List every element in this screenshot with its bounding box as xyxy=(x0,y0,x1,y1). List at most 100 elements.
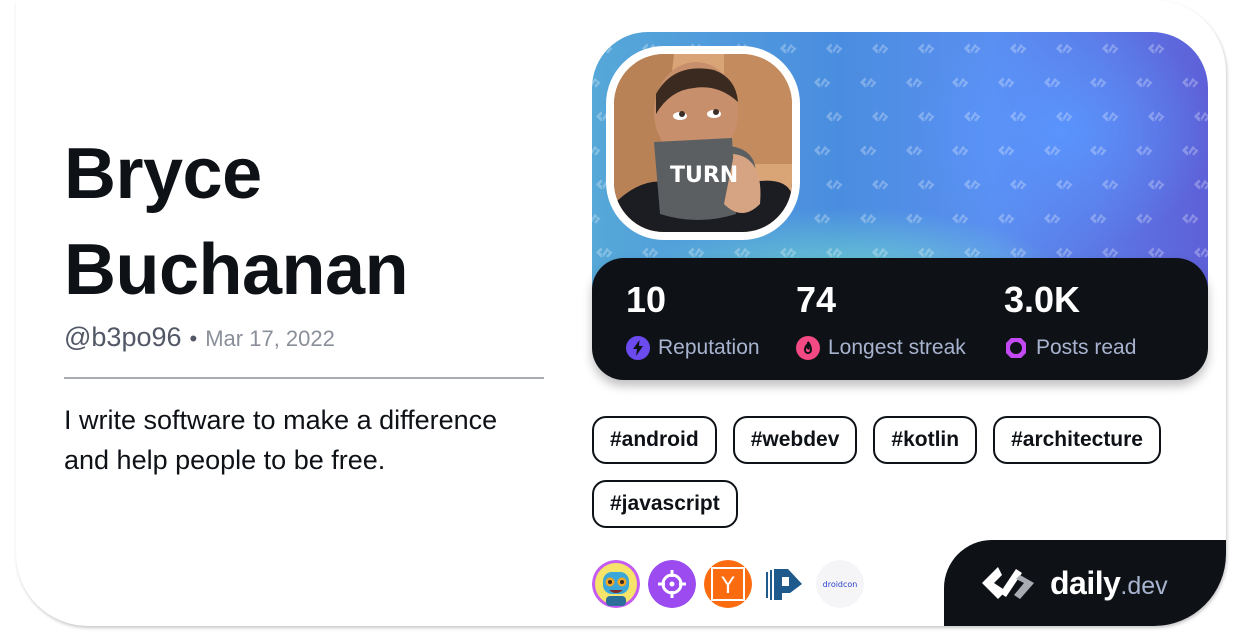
pattern-mark xyxy=(917,43,935,54)
pattern-mark xyxy=(1101,43,1119,54)
pattern-mark xyxy=(871,179,889,190)
droidcon-logo: droidcon xyxy=(816,560,864,608)
pattern-mark xyxy=(997,145,1015,156)
pattern-mark xyxy=(733,247,751,258)
tag-javascript[interactable]: #javascript xyxy=(592,480,738,528)
svg-text:Y: Y xyxy=(720,574,735,599)
pattern-mark xyxy=(1181,145,1199,156)
profile-card: Bryce Buchanan @b3po96 • Mar 17, 2022 I … xyxy=(16,0,1226,626)
joined-date: Mar 17, 2022 xyxy=(205,326,335,351)
squad-droidcon[interactable]: droidcon xyxy=(816,560,864,608)
pattern-mark xyxy=(779,43,797,54)
pattern-mark xyxy=(905,77,923,88)
pattern-mark xyxy=(1147,247,1165,258)
daily-dev-logo-icon xyxy=(982,567,1034,599)
pattern-mark xyxy=(1043,213,1061,224)
squad-robot[interactable] xyxy=(592,560,640,608)
tag-android[interactable]: #android xyxy=(592,416,717,464)
pattern-mark xyxy=(1055,247,1073,258)
stat-posts-read: 3.0K Posts read xyxy=(1004,278,1136,360)
brand-tld: .dev xyxy=(1120,571,1168,600)
pattern-mark xyxy=(825,179,843,190)
pattern-mark xyxy=(1193,43,1208,54)
pattern-mark xyxy=(825,247,843,258)
pattern-mark xyxy=(1089,145,1107,156)
daily-dev-brand[interactable]: daily.dev xyxy=(944,540,1226,626)
pattern-mark xyxy=(1089,213,1107,224)
pattern-mark xyxy=(917,179,935,190)
reputation-bolt-icon xyxy=(626,336,650,360)
pattern-mark xyxy=(592,213,601,224)
separator-dot: • xyxy=(189,326,198,351)
pattern-mark xyxy=(1193,111,1208,122)
pattern-mark xyxy=(1101,179,1119,190)
stat-value: 3.0K xyxy=(1004,279,1081,320)
y-combinator-icon: Y xyxy=(704,560,752,608)
pattern-mark xyxy=(1009,111,1027,122)
pattern-mark xyxy=(1009,43,1027,54)
pattern-mark xyxy=(825,111,843,122)
tag-list: #android #webdev #kotlin #architecture #… xyxy=(592,416,1212,528)
tag-kotlin[interactable]: #kotlin xyxy=(873,416,978,464)
username[interactable]: @b3po96 xyxy=(64,322,182,353)
pattern-mark xyxy=(1055,43,1073,54)
squad-hacker-news[interactable]: Y xyxy=(704,560,752,608)
pattern-mark xyxy=(641,247,659,258)
stat-reputation: 10 Reputation xyxy=(626,278,760,360)
brand-word: daily xyxy=(1050,564,1121,601)
pattern-mark xyxy=(1147,43,1165,54)
pattern-mark xyxy=(779,247,797,258)
pattern-mark xyxy=(951,213,969,224)
tag-webdev[interactable]: #webdev xyxy=(732,416,858,464)
pattern-mark xyxy=(1055,111,1073,122)
svg-text:TURN: TURN xyxy=(670,163,738,188)
pattern-mark xyxy=(1043,145,1061,156)
squad-target[interactable] xyxy=(648,560,696,608)
pattern-mark xyxy=(1181,77,1199,88)
pattern-mark xyxy=(1009,247,1027,258)
pattern-mark xyxy=(1135,213,1153,224)
pattern-mark xyxy=(917,111,935,122)
stat-label: Posts read xyxy=(1036,336,1137,359)
avatar-frame: TURN xyxy=(606,46,800,240)
avatar[interactable]: TURN xyxy=(614,54,792,232)
pattern-mark xyxy=(595,247,613,258)
pattern-mark xyxy=(1043,77,1061,88)
stat-label: Reputation xyxy=(658,336,760,359)
stat-label: Longest streak xyxy=(828,336,966,359)
p-logo-icon xyxy=(760,560,808,608)
squad-list: Y droidcon xyxy=(592,560,864,608)
pattern-mark xyxy=(1181,213,1199,224)
pattern-mark xyxy=(1101,247,1119,258)
pattern-mark xyxy=(1055,179,1073,190)
pattern-mark xyxy=(905,213,923,224)
pattern-mark xyxy=(813,145,831,156)
pattern-mark xyxy=(859,77,877,88)
pattern-mark xyxy=(963,179,981,190)
profile-meta: @b3po96 • Mar 17, 2022 xyxy=(64,322,335,353)
pattern-mark xyxy=(951,77,969,88)
pattern-mark xyxy=(1101,111,1119,122)
pattern-mark xyxy=(1009,179,1027,190)
crosshair-icon xyxy=(648,560,696,608)
pattern-mark xyxy=(905,145,923,156)
tag-architecture[interactable]: #architecture xyxy=(993,416,1161,464)
pattern-mark xyxy=(687,247,705,258)
pattern-mark xyxy=(963,43,981,54)
pattern-mark xyxy=(592,145,601,156)
pattern-mark xyxy=(859,145,877,156)
pattern-mark xyxy=(813,77,831,88)
posts-read-ring-icon xyxy=(1006,338,1026,358)
profile-bio: I write software to make a difference an… xyxy=(64,405,498,475)
pattern-mark xyxy=(1193,179,1208,190)
stats-bar: 10 Reputation 74 Longest streak 3.0K Pos… xyxy=(592,258,1208,380)
squad-p[interactable] xyxy=(760,560,808,608)
robot-icon xyxy=(592,560,640,608)
pattern-mark xyxy=(997,213,1015,224)
pattern-mark xyxy=(871,111,889,122)
pattern-mark xyxy=(859,213,877,224)
pattern-mark xyxy=(963,247,981,258)
pattern-mark xyxy=(871,247,889,258)
pattern-mark xyxy=(1135,77,1153,88)
pattern-mark xyxy=(1089,77,1107,88)
